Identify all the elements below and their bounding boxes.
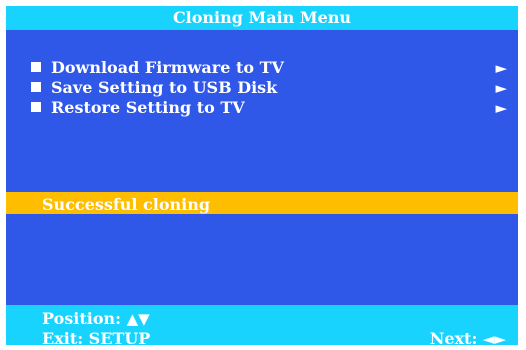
- arrow-right-icon: ►: [495, 59, 507, 77]
- menu-item-label: Restore Setting to TV: [51, 98, 245, 117]
- status-message: Successful cloning: [42, 195, 211, 214]
- exit-label: Exit: SETUP: [42, 329, 151, 348]
- arrow-right-icon: ►: [495, 99, 507, 117]
- arrow-right-icon: ►: [495, 79, 507, 97]
- footer-help: Position: ▲▼ Exit: SETUP Next: ◄►: [6, 305, 518, 348]
- menu-item-label: Save Setting to USB Disk: [51, 78, 278, 97]
- menu-item-save-setting[interactable]: Save Setting to USB Disk ►: [6, 78, 518, 98]
- menu-item-label: Download Firmware to TV: [51, 58, 284, 77]
- position-hint: Position: ▲▼: [42, 309, 150, 329]
- menu-item-download-firmware[interactable]: Download Firmware to TV ►: [6, 58, 518, 78]
- left-right-arrows-icon: ◄►: [482, 330, 506, 348]
- up-down-arrows-icon: ▲▼: [126, 310, 150, 328]
- menu-item-restore-setting[interactable]: Restore Setting to TV ►: [6, 98, 518, 118]
- menu-title: Cloning Main Menu: [172, 8, 352, 27]
- bullet-icon: [31, 102, 41, 112]
- title-bar: Cloning Main Menu: [6, 6, 518, 30]
- next-label: Next:: [429, 329, 478, 348]
- exit-hint: Exit: SETUP: [42, 329, 150, 349]
- status-bar: Successful cloning: [6, 192, 518, 214]
- cloning-screen: Cloning Main Menu Download Firmware to T…: [6, 6, 518, 348]
- bullet-icon: [31, 62, 41, 72]
- next-hint: Next: ◄►: [430, 329, 506, 349]
- position-label: Position:: [42, 309, 122, 328]
- menu-list: Download Firmware to TV ► Save Setting t…: [6, 58, 518, 118]
- bullet-icon: [31, 82, 41, 92]
